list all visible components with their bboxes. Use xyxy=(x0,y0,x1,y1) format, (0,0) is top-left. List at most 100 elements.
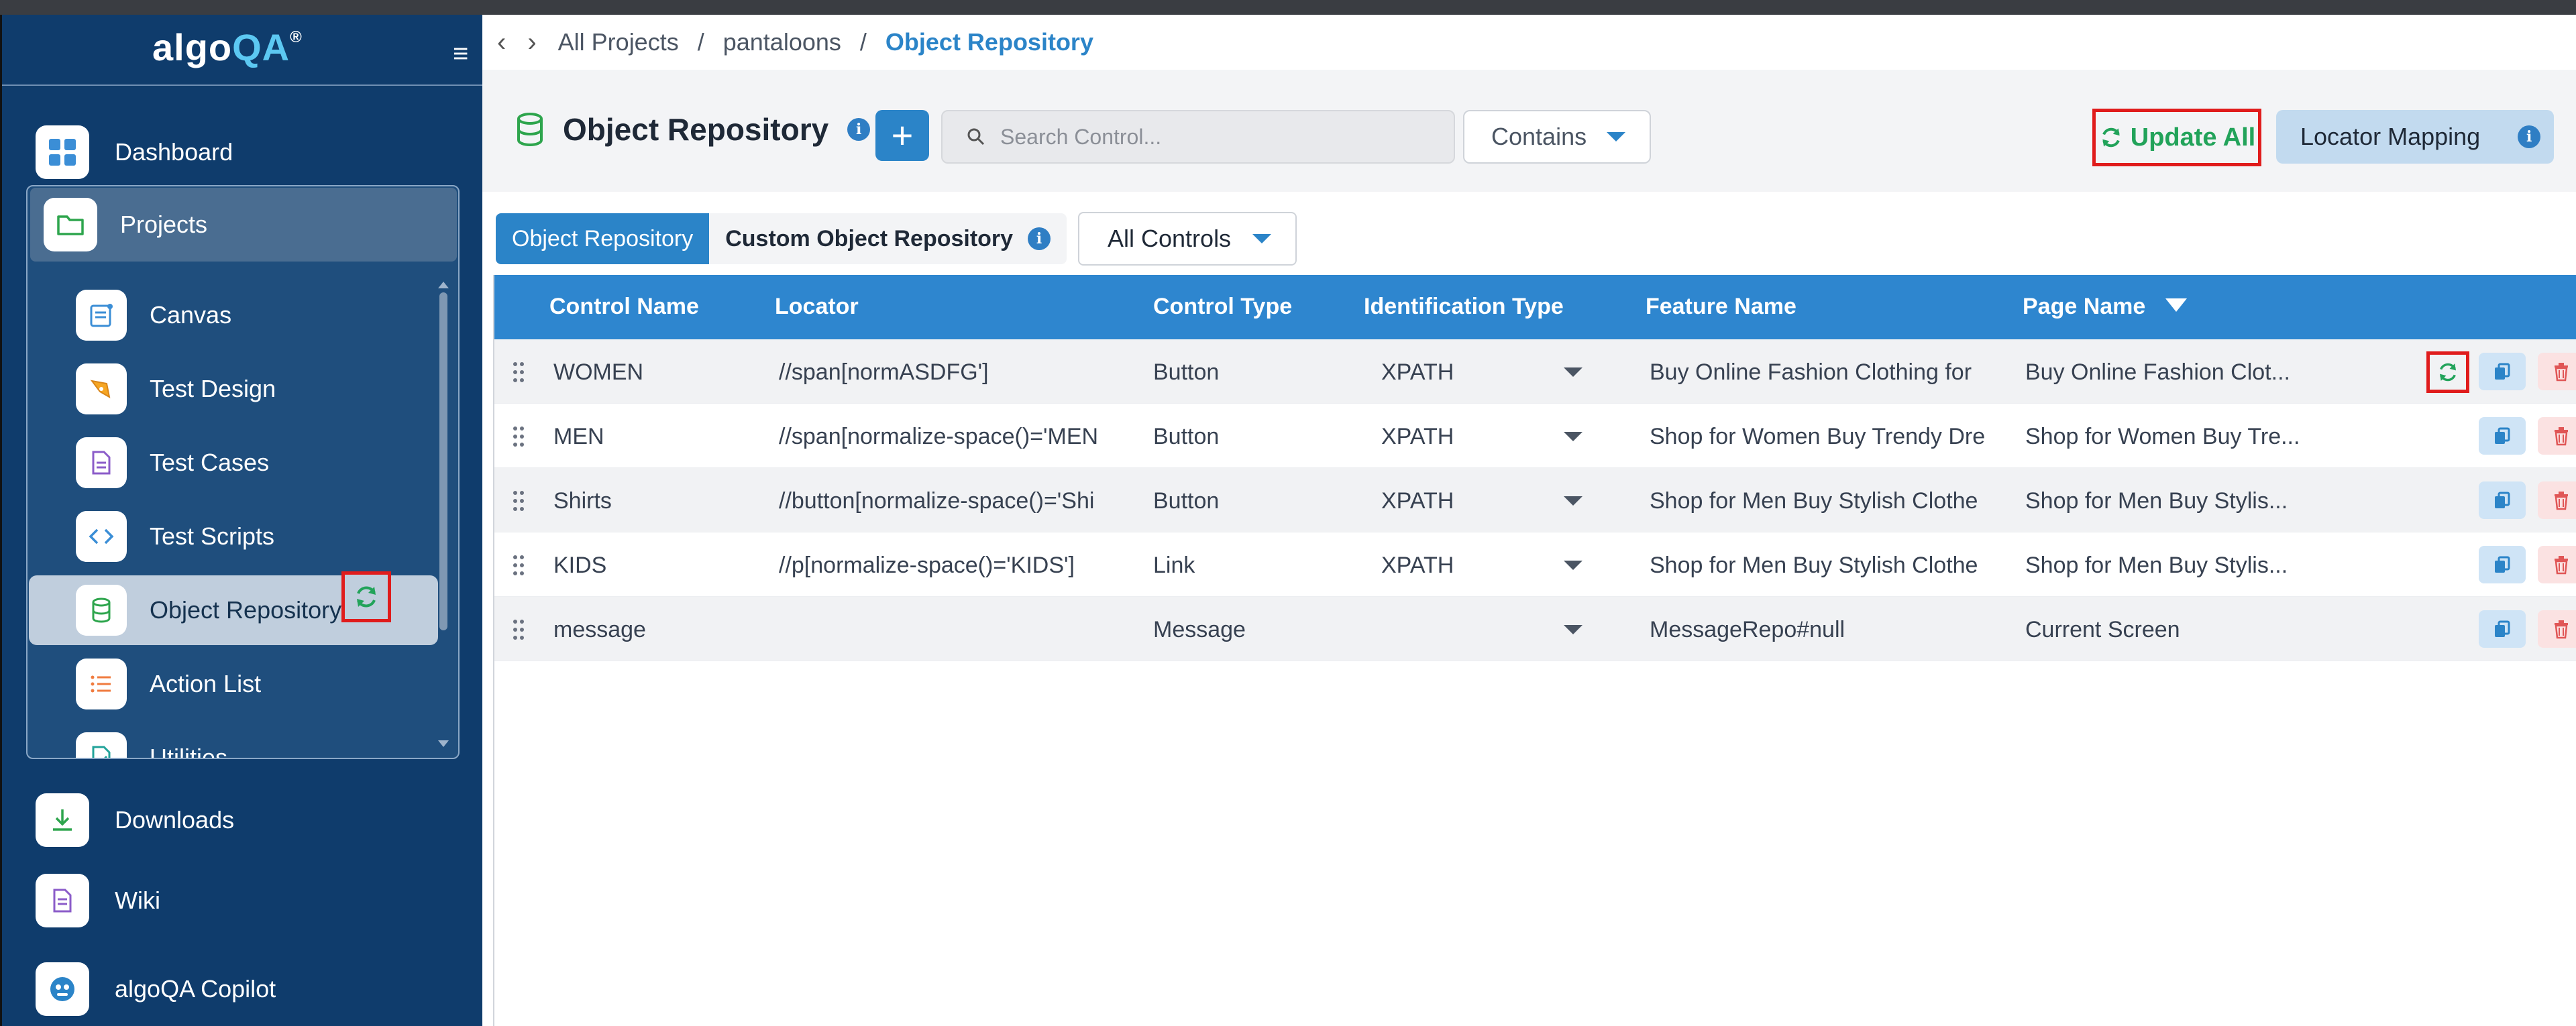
table-row[interactable]: KIDS //p[normalize-space()='KIDS'] Link … xyxy=(494,532,2576,597)
breadcrumb: ‹ › All Projects / pantaloons / Object R… xyxy=(482,15,2576,70)
sidebar-item-label: Downloads xyxy=(115,806,235,834)
canvas-icon xyxy=(76,290,127,341)
trash-icon xyxy=(2555,556,2568,575)
breadcrumb-project[interactable]: pantaloons xyxy=(723,28,841,56)
drag-handle-icon[interactable] xyxy=(513,426,525,447)
breadcrumb-all-projects[interactable]: All Projects xyxy=(558,28,679,56)
sidebar-item-algoqa-copilot[interactable]: algoQA Copilot xyxy=(36,959,276,1019)
sidebar-item-test-scripts[interactable]: Test Scripts xyxy=(52,502,458,571)
control-filter-select[interactable]: All Controls xyxy=(1078,212,1297,266)
filter-icon[interactable] xyxy=(2165,298,2188,312)
info-icon[interactable]: i xyxy=(1028,227,1051,250)
sidebar-scrollbar[interactable] xyxy=(439,292,447,630)
cell-control-name: MEN xyxy=(553,424,604,449)
table-header: Control Name Locator Control Type Identi… xyxy=(494,275,2576,339)
chevron-down-icon xyxy=(1252,234,1272,243)
info-icon[interactable]: i xyxy=(847,118,871,141)
column-header-locator[interactable]: Locator xyxy=(775,294,859,320)
update-all-button[interactable]: Update All xyxy=(2092,109,2261,166)
sidebar-item-downloads[interactable]: Downloads xyxy=(36,790,234,850)
cell-feature-name: Shop for Men Buy Stylish Clothe xyxy=(1650,553,1978,578)
match-mode-select[interactable]: Contains xyxy=(1463,110,1651,164)
row-copy-button[interactable] xyxy=(2479,481,2526,519)
row-delete-button[interactable] xyxy=(2538,546,2576,583)
cell-feature-name: Buy Online Fashion Clothing for xyxy=(1650,359,1972,385)
drag-handle-icon[interactable] xyxy=(513,555,525,575)
row-delete-button[interactable] xyxy=(2538,610,2576,648)
column-header-identification-type[interactable]: Identification Type xyxy=(1364,294,1564,320)
scroll-up-arrow[interactable] xyxy=(438,282,449,288)
sync-icon xyxy=(2440,363,2456,382)
copy-icon xyxy=(2495,620,2510,637)
wiki-icon xyxy=(36,874,89,927)
plus-icon: + xyxy=(891,114,914,156)
row-copy-button[interactable] xyxy=(2479,353,2526,390)
table-row[interactable]: MEN //span[normalize-space()='MEN Button… xyxy=(494,404,2576,468)
drag-handle-icon[interactable] xyxy=(513,362,525,382)
locator-mapping-button[interactable]: Locator Mapping i xyxy=(2276,110,2554,164)
chevron-down-icon[interactable] xyxy=(1564,432,1582,441)
tab-label: Custom Object Repository xyxy=(725,225,1014,251)
back-chevron-icon[interactable]: ‹ xyxy=(497,27,506,58)
sidebar-item-utilities[interactable]: Utilities xyxy=(52,723,458,758)
cell-locator: //button[normalize-space()='Shi xyxy=(779,488,1095,514)
row-copy-button[interactable] xyxy=(2479,610,2526,648)
chevron-down-icon[interactable] xyxy=(1564,496,1582,506)
cell-locator: //p[normalize-space()='KIDS'] xyxy=(779,553,1075,578)
drag-handle-icon[interactable] xyxy=(513,491,525,511)
drag-handle-icon[interactable] xyxy=(513,620,525,640)
table-row[interactable]: WOMEN //span[normASDFG'] Button XPATH Bu… xyxy=(494,339,2576,404)
cell-control-type: Link xyxy=(1153,553,1195,578)
column-header-page-name[interactable]: Page Name xyxy=(2023,294,2188,320)
copilot-icon xyxy=(36,962,89,1016)
window-top-strip xyxy=(0,0,2576,15)
row-copy-button[interactable] xyxy=(2479,546,2526,583)
row-delete-button[interactable] xyxy=(2538,353,2576,390)
column-header-control-type[interactable]: Control Type xyxy=(1153,294,1292,320)
cell-page-name: Buy Online Fashion Clot... xyxy=(2025,359,2290,385)
object-repository-sync-button[interactable] xyxy=(341,571,391,622)
scroll-down-arrow[interactable] xyxy=(438,740,449,747)
sidebar-item-label: Projects xyxy=(120,211,208,238)
row-delete-button[interactable] xyxy=(2538,481,2576,519)
row-copy-button[interactable] xyxy=(2479,417,2526,455)
sidebar-item-label: Dashboard xyxy=(115,138,233,166)
sidebar-item-label: algoQA Copilot xyxy=(115,975,276,1003)
row-sync-button[interactable] xyxy=(2426,351,2469,393)
tab-object-repository[interactable]: Object Repository xyxy=(496,213,710,264)
breadcrumb-current: Object Repository xyxy=(885,28,1093,56)
chevron-down-icon[interactable] xyxy=(1564,367,1582,377)
table-row[interactable]: Shirts //button[normalize-space()='Shi B… xyxy=(494,468,2576,532)
sidebar-item-wiki[interactable]: Wiki xyxy=(36,870,160,931)
update-all-label: Update All xyxy=(2130,123,2256,152)
chevron-down-icon[interactable] xyxy=(1564,561,1582,570)
app-logo[interactable]: algoQA® xyxy=(152,25,303,69)
column-header-control-name[interactable]: Control Name xyxy=(549,294,699,320)
add-control-button[interactable]: + xyxy=(875,110,929,161)
sidebar-item-dashboard[interactable]: Dashboard xyxy=(36,122,233,182)
cell-control-name: KIDS xyxy=(553,553,607,578)
info-icon[interactable]: i xyxy=(2518,125,2541,148)
trash-icon xyxy=(2555,363,2568,382)
trash-icon xyxy=(2555,492,2568,510)
cell-control-type: Message xyxy=(1153,617,1246,642)
hamburger-menu-icon[interactable]: ≡ xyxy=(453,40,468,67)
forward-chevron-icon[interactable]: › xyxy=(527,27,536,58)
sidebar-item-canvas[interactable]: Canvas xyxy=(52,280,458,350)
sidebar-item-test-cases[interactable]: Test Cases xyxy=(52,428,458,498)
search-input[interactable] xyxy=(1000,124,1403,150)
column-header-feature-name[interactable]: Feature Name xyxy=(1646,294,1796,320)
chevron-down-icon[interactable] xyxy=(1564,625,1582,634)
breadcrumb-separator: / xyxy=(859,28,867,56)
page-header: Object Repository i + Contains Update Al… xyxy=(482,70,2576,192)
sidebar-item-test-design[interactable]: Test Design xyxy=(52,354,458,424)
table-row[interactable]: message Message MessageRepo#null Current… xyxy=(494,597,2576,661)
tab-custom-object-repository[interactable]: Custom Object Repository i xyxy=(709,213,1067,264)
sidebar-item-label: Test Design xyxy=(150,375,276,402)
sidebar-item-projects[interactable]: Projects xyxy=(30,188,457,262)
sidebar-item-label: Action List xyxy=(150,670,262,697)
row-delete-button[interactable] xyxy=(2538,417,2576,455)
database-icon xyxy=(517,113,543,147)
sidebar-item-action-list[interactable]: Action List xyxy=(52,649,458,719)
cell-page-name: Shop for Men Buy Stylis... xyxy=(2025,553,2288,578)
